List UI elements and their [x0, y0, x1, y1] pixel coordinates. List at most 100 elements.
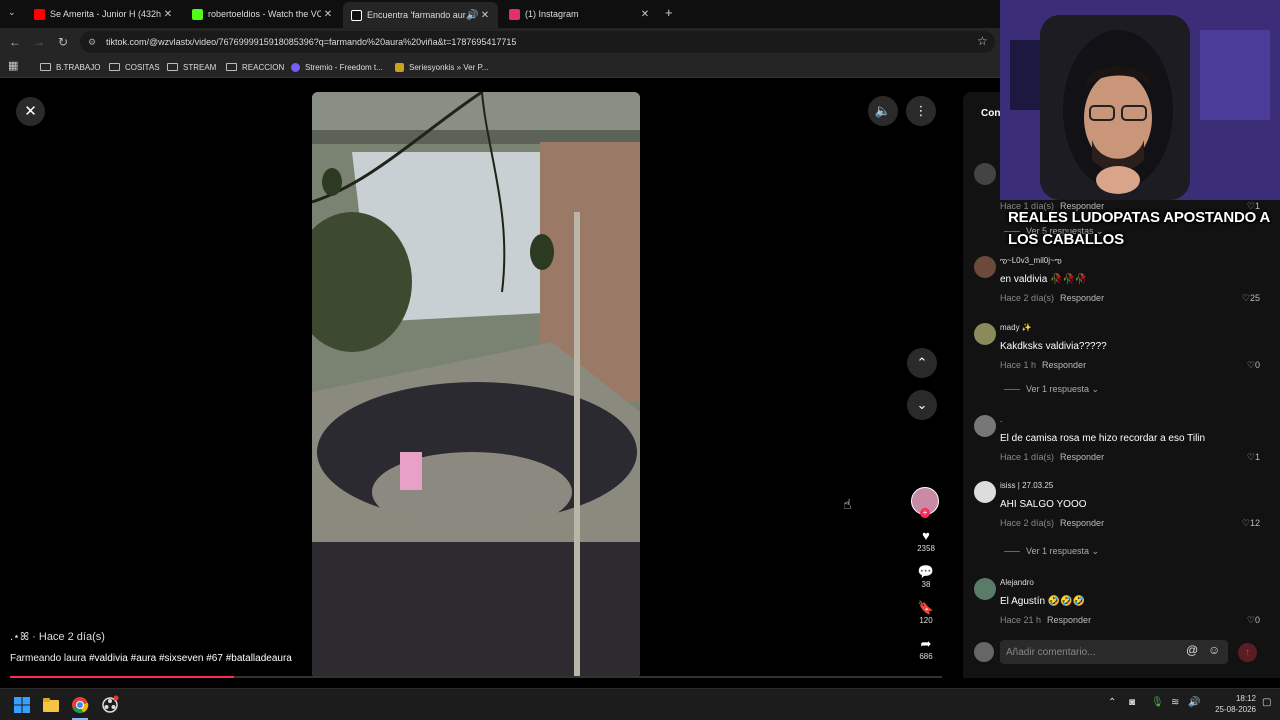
like-action[interactable]: ♥ 2358	[912, 528, 940, 553]
emoji-icon[interactable]: ☺	[1208, 643, 1220, 657]
folder-icon	[226, 63, 237, 71]
taskbar-clock[interactable]: 18:12 25-08-2026	[1215, 693, 1256, 715]
follow-plus-icon[interactable]: +	[920, 508, 930, 518]
file-explorer-icon[interactable]	[41, 695, 61, 715]
share-icon[interactable]: ➦	[912, 636, 940, 652]
share-action[interactable]: ➦ 686	[912, 636, 940, 661]
avatar[interactable]	[974, 481, 996, 503]
bookmarks-bar: ▦ B.TRABAJO COSITAS STREAM REACCION Stre…	[0, 56, 1000, 78]
tab-instagram[interactable]: (1) Instagram ✕	[501, 3, 658, 25]
discord-icon[interactable]: ◙	[1129, 697, 1135, 708]
avatar[interactable]	[974, 163, 996, 185]
next-video-button[interactable]: ⌄	[907, 390, 937, 420]
bookmark-stream[interactable]: STREAM	[167, 60, 216, 74]
video-player[interactable]	[312, 92, 640, 678]
wifi-icon[interactable]: ≋	[1171, 697, 1179, 708]
comment-text: El de camisa rosa me hizo recordar a eso…	[1000, 433, 1206, 444]
youtube-icon	[34, 8, 45, 20]
webcam-overlay	[1000, 0, 1280, 200]
send-comment-button[interactable]: ↑	[1238, 643, 1257, 662]
close-viewer-button[interactable]: ✕	[16, 97, 45, 126]
back-icon[interactable]: ←	[7, 34, 23, 50]
view-replies-button[interactable]: Ver 1 respuesta ⌄	[1004, 384, 1099, 395]
more-options-button[interactable]: ⋮	[906, 96, 936, 126]
close-icon[interactable]: ✕	[161, 9, 175, 20]
reply-button[interactable]: Responder	[1060, 518, 1104, 528]
notification-icon[interactable]: ▢	[1262, 697, 1271, 708]
like-count[interactable]: ♡25	[1242, 293, 1260, 304]
comment-input-box[interactable]: @ ☺	[1000, 640, 1228, 664]
like-count[interactable]: ♡0	[1247, 360, 1260, 371]
tab-tiktok[interactable]: Encuentra 'farmando aura 🔊 ✕	[343, 2, 498, 28]
volume-button[interactable]: 🔈	[868, 96, 898, 126]
close-icon[interactable]: ✕	[321, 9, 335, 20]
video-progress-fill	[10, 676, 234, 678]
obs-icon[interactable]	[100, 695, 120, 715]
reply-button[interactable]: Responder	[1047, 615, 1091, 625]
comment-username[interactable]: mady ✨	[1000, 323, 1032, 332]
site-icon	[395, 62, 404, 72]
comment-icon[interactable]: 💬	[912, 564, 940, 580]
bookmark-stremio[interactable]: Stremio - Freedom t...	[291, 60, 383, 74]
tiktok-icon	[351, 9, 362, 21]
stremio-icon	[291, 62, 300, 72]
microphone-icon[interactable]: 🎙	[1151, 697, 1164, 708]
heart-icon[interactable]: ♥	[912, 528, 940, 544]
video-caption: Farmeando laura #valdivia #aura #sixseve…	[10, 653, 292, 664]
forward-icon[interactable]: →	[31, 34, 47, 50]
avatar[interactable]	[974, 578, 996, 600]
tab-youtube[interactable]: Se Amerita - Junior H (432hz) - ✕	[26, 3, 181, 25]
tab-comments[interactable]: Con	[981, 108, 1000, 119]
comment-action[interactable]: 💬 38	[912, 564, 940, 589]
mention-icon[interactable]: @	[1186, 643, 1198, 657]
bookmark-star-icon[interactable]: ☆	[977, 34, 988, 48]
comment-username[interactable]: Alejandro	[1000, 578, 1034, 587]
new-tab-button[interactable]: +	[665, 5, 673, 20]
tray-overflow-icon[interactable]: ⌃	[1108, 697, 1116, 708]
windows-start-icon[interactable]	[12, 695, 32, 715]
mouse-pointer-icon: ☝	[843, 496, 852, 512]
comment-username[interactable]: isiss | 27.03.25	[1000, 481, 1053, 490]
like-count[interactable]: ♡1	[1247, 452, 1260, 463]
comment-username[interactable]: .	[1000, 415, 1002, 424]
view-replies-button[interactable]: Ver 1 respuesta ⌄	[1004, 546, 1099, 557]
author-meta[interactable]: .⋆ꕤ · Hace 2 día(s)	[10, 630, 105, 644]
folder-icon	[109, 63, 120, 71]
bookmark-cositas[interactable]: COSITAS	[109, 60, 160, 74]
avatar[interactable]	[974, 415, 996, 437]
bookmark-icon[interactable]: 🔖	[912, 600, 940, 616]
reply-button[interactable]: Responder	[1060, 452, 1104, 462]
comment-input[interactable]	[1006, 644, 1176, 660]
bookmark-reaccion[interactable]: REACCION	[226, 60, 284, 74]
save-action[interactable]: 🔖 120	[912, 600, 940, 625]
folder-icon	[167, 63, 178, 71]
tab-search-icon[interactable]: ⌄	[8, 7, 16, 18]
previous-video-button[interactable]: ⌃	[907, 348, 937, 378]
reply-button[interactable]: Responder	[1060, 293, 1104, 303]
like-count[interactable]: ♡0	[1247, 615, 1260, 626]
close-icon[interactable]: ✕	[478, 10, 492, 21]
heart-outline-icon: ♡	[1246, 452, 1255, 462]
avatar[interactable]	[974, 256, 996, 278]
comment-text: Kakdksks valdivia?????	[1000, 341, 1107, 352]
bookmark-seriesyonkis[interactable]: Seriesyonkis » Ver P...	[395, 60, 488, 74]
tab-kick[interactable]: robertoeldios - Watch the VOD ✕	[184, 3, 341, 25]
folder-icon	[40, 63, 51, 71]
chrome-icon[interactable]	[70, 695, 90, 715]
avatar[interactable]	[974, 323, 996, 345]
bookmark-btrabajo[interactable]: B.TRABAJO	[40, 60, 100, 74]
close-icon[interactable]: ✕	[638, 9, 652, 20]
speaker-icon[interactable]: 🔊	[466, 10, 478, 21]
comment-username[interactable]: ఌ~L0v3_mil0j~ఌ	[1000, 256, 1062, 267]
hashtags[interactable]: #valdivia #aura #sixseven #67 #batallade…	[89, 653, 292, 664]
volume-icon[interactable]: 🔊	[1188, 697, 1200, 708]
apps-grid-icon[interactable]: ▦	[8, 59, 18, 72]
url-field[interactable]: ⚙ tiktok.com/@wzvlastx/video/76769999159…	[80, 31, 995, 53]
like-count[interactable]: ♡12	[1242, 518, 1260, 529]
reply-button[interactable]: Responder	[1042, 360, 1086, 370]
address-bar-row: ← → ↻ ⚙ tiktok.com/@wzvlastx/video/76769…	[0, 28, 1000, 56]
reload-icon[interactable]: ↻	[55, 34, 71, 50]
video-frame	[312, 92, 640, 678]
site-info-icon[interactable]: ⚙	[88, 31, 96, 53]
heart-outline-icon: ♡	[1241, 518, 1250, 528]
